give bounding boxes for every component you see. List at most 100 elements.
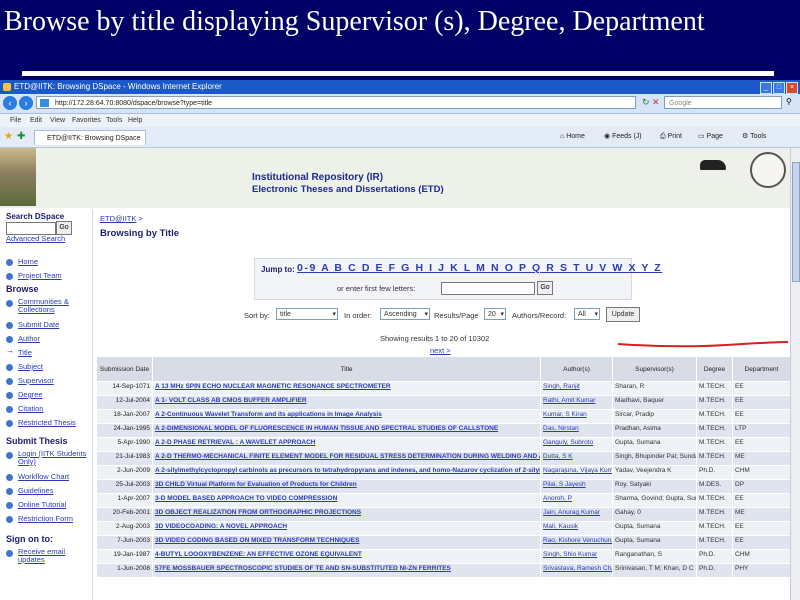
sidebar-item-degree[interactable]: Degree bbox=[18, 390, 43, 399]
cell-title-link[interactable]: A 2-Continuous Wavelet Transform and its… bbox=[152, 409, 541, 424]
stop-icon[interactable]: ✕ bbox=[652, 97, 660, 108]
cell-title-link[interactable]: A 2-DIMENSIONAL MODEL OF FLUORESCENCE IN… bbox=[152, 423, 541, 438]
starts-with-input[interactable] bbox=[441, 282, 535, 295]
feeds-button[interactable]: ◉ Feeds (J) bbox=[604, 127, 642, 147]
sidebar-item-guidelines[interactable]: Guidelines bbox=[18, 486, 53, 495]
menu-view[interactable]: View bbox=[50, 114, 65, 127]
cell-degree: M.TECH. bbox=[696, 437, 733, 452]
cell-author-link[interactable]: Rao, Kishore Venuchuru bbox=[540, 535, 613, 550]
results-per-page-select[interactable]: 20 bbox=[484, 308, 506, 321]
home-label: Home bbox=[566, 133, 585, 140]
sidebar-item-restricted-thesis[interactable]: Restricted Thesis bbox=[18, 418, 76, 427]
menu-tools[interactable]: Tools bbox=[106, 114, 122, 127]
scrollbar-thumb[interactable] bbox=[792, 162, 800, 282]
update-button[interactable]: Update bbox=[606, 307, 640, 322]
browser-search-input[interactable]: Google bbox=[664, 96, 782, 109]
tools-button[interactable]: ⚙ Tools bbox=[742, 127, 766, 147]
sidebar-item-communities[interactable]: Communities & Collections bbox=[18, 298, 88, 314]
menu-help[interactable]: Help bbox=[128, 114, 142, 127]
header-degree[interactable]: Degree bbox=[696, 356, 733, 382]
sidebar-search-go-button[interactable]: Go bbox=[56, 221, 72, 235]
sidebar-item-email-updates[interactable]: Receive email updates bbox=[18, 548, 82, 564]
advanced-search-link[interactable]: Advanced Search bbox=[6, 234, 65, 243]
cell-author-link[interactable]: Pilai, S Jayesh bbox=[540, 479, 613, 494]
refresh-icon[interactable]: ↻ bbox=[642, 97, 650, 108]
cell-department: EE bbox=[732, 409, 791, 424]
cell-degree: M.TECH. bbox=[696, 381, 733, 396]
header-title[interactable]: Title bbox=[152, 356, 541, 382]
cell-author-link[interactable]: Singh, Ranjit bbox=[540, 381, 613, 396]
order-select[interactable]: Ascending bbox=[380, 308, 430, 321]
breadcrumb-link[interactable]: ETD@IITK bbox=[100, 214, 136, 223]
print-button[interactable]: ⎙ Print bbox=[660, 127, 682, 147]
jump-letters[interactable]: 0-9 A B C D E F G H I J K L M N O P Q R … bbox=[297, 262, 662, 274]
sidebar-item-author[interactable]: Author bbox=[18, 334, 40, 343]
cell-title-link[interactable]: A 2-D THERMO-MECHANICAL FINITE ELEMENT M… bbox=[152, 451, 541, 466]
menu-edit[interactable]: Edit bbox=[30, 114, 42, 127]
cell-submission-date: 1-Apr-2007 bbox=[96, 493, 153, 508]
cell-author-link[interactable]: Singh, Shio Kumar bbox=[540, 549, 613, 564]
jump-go-button[interactable]: Go bbox=[537, 281, 553, 295]
minimize-icon[interactable]: _ bbox=[760, 82, 772, 94]
cell-author-link[interactable]: Jain, Anurag Kumar bbox=[540, 507, 613, 522]
cell-title-link[interactable]: A 2-silylmethylcyclopropyl carbinols as … bbox=[152, 465, 541, 480]
cell-author-link[interactable]: Mali, Kausik bbox=[540, 521, 613, 536]
sidebar-item-project-team[interactable]: Project Team bbox=[18, 271, 62, 280]
home-button[interactable]: ⌂ Home bbox=[560, 127, 585, 147]
cell-supervisor: Gahay, 0 bbox=[612, 507, 697, 522]
forward-icon[interactable]: › bbox=[19, 96, 33, 110]
header-submission-date[interactable]: Submission Date bbox=[96, 356, 153, 382]
favorites-star-icon[interactable]: ★ bbox=[4, 127, 13, 147]
close-icon[interactable]: × bbox=[786, 82, 798, 94]
cell-author-link[interactable]: Ganguly, Subroto bbox=[540, 437, 613, 452]
results-summary: Showing results 1 to 20 of 10302 bbox=[380, 334, 490, 343]
authors-per-record-select[interactable]: All bbox=[574, 308, 600, 321]
cell-title-link[interactable]: A 1- VOLT CLASS AB CMOS BUFFER AMPLIFIER bbox=[152, 395, 541, 410]
sidebar-item-workflow-chart[interactable]: Workflow Chart bbox=[18, 472, 69, 481]
cell-title-link[interactable]: 3D VIDEOCOADING: A NOVEL APPROACH bbox=[152, 521, 541, 536]
header-supervisors[interactable]: Supervisor(s) bbox=[612, 356, 697, 382]
cell-title-link[interactable]: 4-BUTYL LOOOXYBENZENE: AN EFFECTIVE OZON… bbox=[152, 549, 541, 564]
sidebar-item-supervisor[interactable]: Supervisor bbox=[18, 376, 54, 385]
cell-title-link[interactable]: A 13 MHz SPIN ECHO NUCLEAR MAGNETIC RESO… bbox=[152, 381, 541, 396]
sort-by-select[interactable]: title bbox=[276, 308, 338, 321]
maximize-icon[interactable]: □ bbox=[773, 82, 785, 94]
back-icon[interactable]: ‹ bbox=[3, 96, 17, 110]
cell-title-link[interactable]: A 2-D PHASE RETRIEVAL : A WAVELET APPROA… bbox=[152, 437, 541, 452]
cell-author-link[interactable]: Rathi, Amit Kumar bbox=[540, 395, 613, 410]
cell-author-link[interactable]: Anoroh, P bbox=[540, 493, 613, 508]
sidebar-item-restriction-form[interactable]: Restriction Form bbox=[18, 514, 73, 523]
cell-title-link[interactable]: 57FE MOSSBAUER SPECTROSCOPIC STUDIES OF … bbox=[152, 563, 541, 578]
sidebar-item-login[interactable]: Login (IITK Students Only) bbox=[18, 450, 90, 466]
bullet-icon bbox=[6, 516, 13, 523]
cell-author-link[interactable]: Srivastava, Ramesh Chandra bbox=[540, 563, 613, 578]
sidebar-item-submit-date[interactable]: Submit Date bbox=[18, 320, 59, 329]
next-page-link[interactable]: next > bbox=[430, 346, 451, 355]
tab-etd-browsing[interactable]: ETD@IITK: Browsing DSpace bbox=[34, 130, 146, 145]
cell-title-link[interactable]: 3-D MODEL BASED APPROACH TO VIDEO COMPRE… bbox=[152, 493, 541, 508]
add-favorite-icon[interactable]: ✚ bbox=[17, 127, 25, 147]
cell-author-link[interactable]: Nagarajuna, Vijaya Kumar bbox=[540, 465, 613, 480]
search-icon[interactable]: ⚲ bbox=[786, 97, 792, 106]
header-department[interactable]: Department bbox=[732, 356, 791, 382]
header-authors[interactable]: Author(s) bbox=[540, 356, 613, 382]
cell-title-link[interactable]: 3D CHILD Virtual Platform for Evaluation… bbox=[152, 479, 541, 494]
cell-author-link[interactable]: Kumar, S Kiran bbox=[540, 409, 613, 424]
page-button[interactable]: ▭ Page bbox=[698, 127, 723, 147]
address-bar[interactable]: http://172.28.64.70:8080/dspace/browse?t… bbox=[36, 96, 636, 109]
banner-title: Institutional Repository (IR) bbox=[252, 172, 384, 183]
bullet-icon bbox=[6, 488, 13, 495]
sidebar-item-citation[interactable]: Citation bbox=[18, 404, 43, 413]
sidebar-item-online-tutorial[interactable]: Online Tutorial bbox=[18, 500, 66, 509]
cell-title-link[interactable]: 3D VIDEO CODING BASED ON MIXED TRANSFORM… bbox=[152, 535, 541, 550]
cell-title-link[interactable]: 3D OBJECT REALIZATION FROM ORTHOGRAPHIC … bbox=[152, 507, 541, 522]
sidebar-item-home[interactable]: Home bbox=[18, 257, 38, 266]
menu-file[interactable]: File bbox=[10, 114, 21, 127]
page-label: Page bbox=[706, 133, 723, 140]
cell-author-link[interactable]: Dutta, S K bbox=[540, 451, 613, 466]
sidebar-item-title[interactable]: Title bbox=[18, 348, 32, 357]
vertical-scrollbar[interactable] bbox=[790, 148, 800, 600]
sidebar-item-subject[interactable]: Subject bbox=[18, 362, 43, 371]
cell-author-link[interactable]: Das, Nirstan bbox=[540, 423, 613, 438]
menu-favorites[interactable]: Favorites bbox=[72, 114, 101, 127]
